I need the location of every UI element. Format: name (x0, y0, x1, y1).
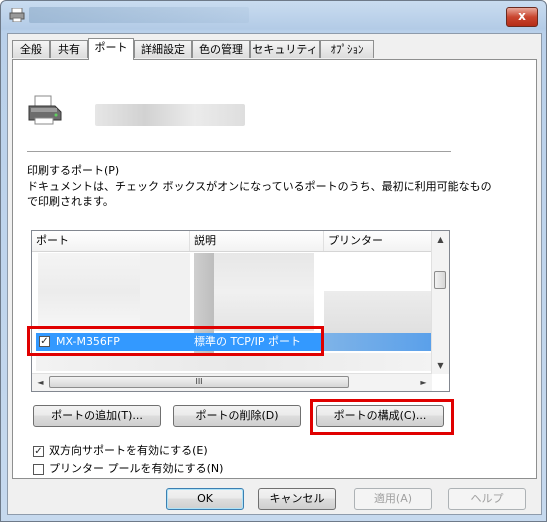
ok-button[interactable]: OK (166, 488, 244, 510)
vertical-scrollbar[interactable]: ▲ ▼ (431, 231, 449, 374)
bidirectional-option[interactable]: ✓ 双方向サポートを有効にする(E) (33, 444, 293, 460)
title-bar[interactable]: x (1, 1, 546, 33)
tab-color-management[interactable]: 色の管理 (192, 40, 250, 58)
window-title-redacted (29, 7, 249, 23)
help-button[interactable]: ヘルプ (448, 488, 526, 510)
port-list-header: ポート 説明 プリンター (32, 231, 432, 252)
ports-label: 印刷するポート(P) (27, 164, 120, 177)
tab-security[interactable]: セキュリティ (250, 40, 320, 58)
close-button[interactable]: x (506, 7, 538, 27)
column-description[interactable]: 説明 (190, 231, 324, 251)
ports-description-line2: で印刷されます。 (27, 195, 114, 208)
cancel-button[interactable]: キャンセル (258, 488, 336, 510)
tab-ports[interactable]: ポート (88, 38, 134, 60)
redacted-port-names-2 (140, 253, 190, 331)
dialog-client: 全般 共有 ポート 詳細設定 色の管理 セキュリティ ｵﾌﾟｼｮﾝ 印刷するポー… (7, 33, 542, 515)
tab-advanced[interactable]: 詳細設定 (134, 40, 192, 58)
scroll-right-icon[interactable]: ► (415, 374, 432, 391)
pooling-option[interactable]: プリンター プールを有効にする(N) (33, 462, 293, 478)
redacted-printers (324, 291, 432, 333)
scroll-up-icon[interactable]: ▲ (432, 231, 449, 248)
delete-port-button[interactable]: ポートの削除(D) (173, 405, 301, 427)
redacted-port-names (38, 253, 140, 331)
port-row-selected[interactable]: ✓ MX-M356FP 標準の TCP/IP ポート (36, 333, 432, 351)
bidirectional-checkbox[interactable]: ✓ (33, 446, 44, 457)
pooling-checkbox[interactable] (33, 464, 44, 475)
port-description: 標準の TCP/IP ポート (194, 335, 301, 348)
pooling-label: プリンター プールを有効にする(N) (49, 462, 224, 475)
port-list[interactable]: ポート 説明 プリンター ✓ MX-M356FP 標準の TCP/IP ポート (31, 230, 450, 392)
apply-button[interactable]: 適用(A) (354, 488, 432, 510)
divider (27, 151, 451, 152)
printer-properties-window: x 全般 共有 ポート 詳細設定 色の管理 セキュリティ ｵﾌﾟｼｮﾝ 印刷する… (0, 0, 547, 522)
ports-panel: 印刷するポート(P) ドキュメントは、チェック ボックスがオンになっているポート… (12, 59, 537, 479)
tab-sharing[interactable]: 共有 (50, 40, 88, 58)
tab-general[interactable]: 全般 (12, 40, 50, 58)
port-name: MX-M356FP (56, 335, 120, 348)
redacted-descriptions-2 (214, 253, 314, 331)
ports-description-line1: ドキュメントは、チェック ボックスがオンになっているポートのうち、最初に利用可能… (27, 180, 492, 193)
printer-large-icon (28, 95, 62, 125)
configure-port-button[interactable]: ポートの構成(C)... (316, 405, 444, 427)
bidirectional-label: 双方向サポートを有効にする(E) (49, 444, 208, 457)
scroll-left-icon[interactable]: ◄ (32, 374, 49, 391)
port-row-checkbox[interactable]: ✓ (39, 336, 50, 347)
horizontal-scrollbar[interactable]: ◄ III ► (32, 373, 432, 391)
redacted-row-below (36, 353, 432, 371)
add-port-button[interactable]: ポートの追加(T)... (33, 405, 161, 427)
redacted-printer-cell (324, 333, 432, 351)
vertical-scroll-thumb[interactable] (434, 271, 446, 289)
column-printer[interactable]: プリンター (324, 231, 432, 251)
tab-options[interactable]: ｵﾌﾟｼｮﾝ (320, 40, 374, 58)
printer-icon (9, 8, 25, 22)
horizontal-scroll-thumb[interactable]: III (49, 376, 349, 388)
column-port[interactable]: ポート (32, 231, 190, 251)
scroll-down-icon[interactable]: ▼ (432, 357, 449, 374)
printer-name-redacted (95, 104, 245, 126)
